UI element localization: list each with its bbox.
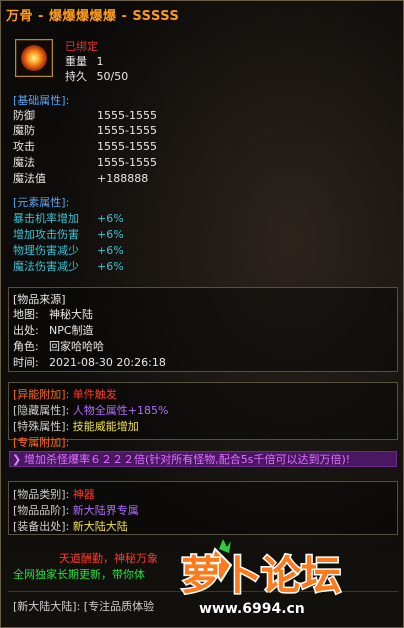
abnormal-line: [异能附加]: 单件触发 xyxy=(13,388,117,401)
element-stat-row: 增加攻击伤害 +6% xyxy=(13,228,124,241)
base-stat-row: 防御 1555-1555 xyxy=(13,109,157,122)
item-type-line: [物品类别]: 神器 xyxy=(13,488,95,501)
base-stats-header: [基础属性]: xyxy=(13,94,70,107)
exclusive-bonus-text: 增加杀怪爆率６２２２倍(针对所有怪物,配合5s千倍可以达到万倍)! xyxy=(24,453,351,466)
exclusive-bonus: ❯ 增加杀怪爆率６２２２倍(针对所有怪物,配合5s千倍可以达到万倍)! xyxy=(9,451,397,467)
bound-status: 已绑定 xyxy=(65,40,98,53)
source-row: 地图: 神秘大陆 xyxy=(13,308,93,321)
weight-line: 重量 1 xyxy=(65,54,104,69)
weight-value: 1 xyxy=(96,55,104,68)
item-tooltip: 万骨 - 爆爆爆爆爆 - SSSSS 已绑定 重量 1 持久 50/50 [基础… xyxy=(0,0,404,628)
source-row: 时间: 2021-08-30 20:26:18 xyxy=(13,356,166,369)
item-origin-line: [装备出处]: 新大陆大陆 xyxy=(13,520,128,533)
site-watermark-logo: 萝卜论坛 www.6994.cn xyxy=(180,539,343,618)
base-stat-row: 攻击 1555-1555 xyxy=(13,140,157,153)
arrow-right-icon: ❯ xyxy=(12,453,22,466)
slogan-line: 天道酬勤，神秘万象 xyxy=(59,552,158,565)
weight-label: 重量 xyxy=(65,55,87,68)
durability-value: 50/50 xyxy=(96,70,129,83)
special-attr-line: [特殊属性]: 技能威能增加 xyxy=(13,420,139,433)
source-row: 出处: NPC制造 xyxy=(13,324,94,337)
fire-orb-icon xyxy=(21,45,47,71)
base-stat-row: 魔法值 +188888 xyxy=(13,172,149,185)
base-stat-row: 魔防 1555-1555 xyxy=(13,124,157,137)
source-header: [物品来源] xyxy=(13,293,66,306)
item-icon xyxy=(15,39,53,77)
bottom-line: [新大陆大陆]: [专注品质体验 xyxy=(13,600,155,613)
element-stat-row: 魔法伤害减少 +6% xyxy=(13,260,124,273)
base-stat-row: 魔法 1555-1555 xyxy=(13,156,157,169)
element-stats-header: [元素属性]: xyxy=(13,196,70,209)
exclusive-label: [专属附加]: xyxy=(13,436,70,449)
source-row: 角色: 回家哈哈哈 xyxy=(13,340,104,353)
promo-line: 全网独家长期更新，带你体 xyxy=(13,568,145,581)
durability-line: 持久 50/50 xyxy=(65,69,128,84)
element-stat-row: 物理伤害减少 +6% xyxy=(13,244,124,257)
element-stat-row: 暴击机率增加 +6% xyxy=(13,212,124,225)
logo-url: www.6994.cn xyxy=(199,601,305,617)
durability-label: 持久 xyxy=(65,70,87,83)
item-quality-line: [物品品阶]: 新大陆界专属 xyxy=(13,504,139,517)
logo-text: 萝卜论坛 xyxy=(181,553,341,599)
item-title: 万骨 - 爆爆爆爆爆 - SSSSS xyxy=(6,9,180,24)
hidden-attr-line: [隐藏属性]: 人物全属性+185% xyxy=(13,404,169,417)
